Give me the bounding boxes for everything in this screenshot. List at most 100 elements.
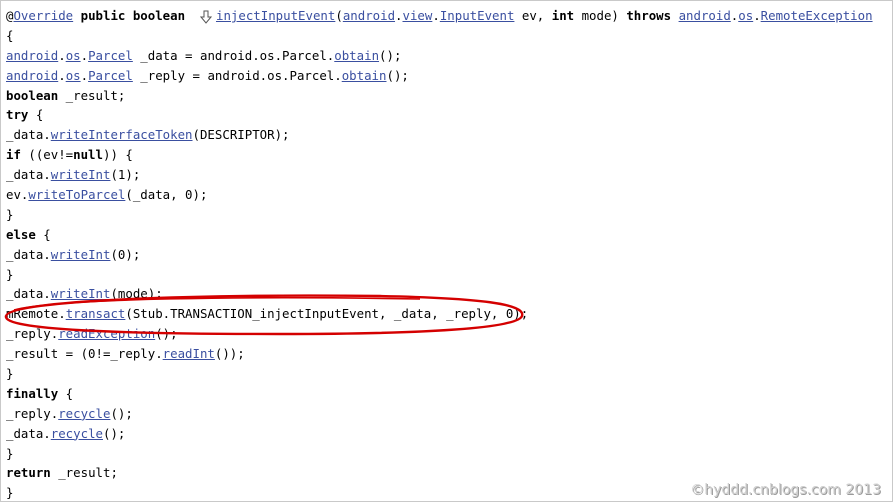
- override-link[interactable]: Override: [13, 8, 73, 23]
- code-text: _result = (0!=_reply.: [6, 346, 163, 362]
- method-link[interactable]: writeInt: [51, 247, 111, 262]
- pkg-link[interactable]: os: [66, 48, 81, 63]
- code-line: _result = (0!=_reply.readInt());: [6, 344, 893, 364]
- code-text: }: [6, 445, 14, 461]
- keyword: else: [6, 226, 36, 242]
- code-line: return _result;: [6, 463, 893, 483]
- code-line: _reply.readException();: [6, 324, 893, 344]
- code-text: _result;: [58, 87, 126, 103]
- watermark: ©hyddd.cnblogs.com 2013: [690, 482, 881, 498]
- pkg-link[interactable]: android: [343, 8, 395, 23]
- code-line: ev.writeToParcel(_data, 0);: [6, 185, 893, 205]
- code-block: @Override public boolean injectInputEven…: [6, 6, 893, 503]
- method-link[interactable]: obtain: [334, 48, 379, 63]
- code-text: {: [58, 385, 74, 401]
- keyword: throws: [626, 8, 672, 23]
- method-link[interactable]: readException: [58, 326, 155, 341]
- code-text: }: [6, 366, 14, 382]
- code-text: ((ev!=: [20, 147, 74, 163]
- code-line: _reply.recycle();: [6, 404, 893, 424]
- keyword: boolean: [6, 87, 59, 103]
- type-link[interactable]: InputEvent: [440, 8, 515, 23]
- pkg-link[interactable]: view: [403, 8, 433, 23]
- code-text: _result;: [50, 465, 118, 481]
- code-line: else {: [6, 225, 893, 245]
- keyword: finally: [6, 385, 59, 401]
- keyword: return: [6, 465, 51, 481]
- code-text: mRemote.: [6, 306, 66, 322]
- code-text: )) {: [102, 147, 133, 163]
- code-text: _data.: [6, 127, 51, 143]
- code-line: android.os.Parcel _reply = android.os.Pa…: [6, 67, 409, 83]
- code-line: _data.writeInt(0);: [6, 245, 893, 265]
- code-line: }: [6, 364, 893, 384]
- method-link[interactable]: recycle: [58, 406, 110, 421]
- code-text: ();: [102, 425, 126, 441]
- type-link[interactable]: RemoteException: [761, 8, 873, 23]
- override-arrow-icon[interactable]: [199, 10, 212, 24]
- code-text: (Stub.TRANSACTION_injectInputEvent, _dat…: [125, 306, 529, 322]
- pkg-link[interactable]: os: [738, 8, 753, 23]
- code-text: (_data, 0);: [125, 187, 208, 203]
- code-text: }: [6, 266, 14, 282]
- code-text: ();: [379, 47, 402, 63]
- code-text: ev.: [6, 187, 29, 203]
- type-link[interactable]: Parcel: [88, 68, 133, 83]
- code-line: {: [6, 26, 893, 46]
- code-line: _data.writeInt(1);: [6, 165, 893, 185]
- method-link[interactable]: writeInt: [51, 167, 111, 182]
- method-link[interactable]: transact: [66, 306, 126, 321]
- code-text: _reply.: [6, 405, 59, 421]
- code-text: }: [6, 485, 14, 501]
- code-line: _data.writeInt(mode);: [6, 284, 893, 304]
- keyword: int: [551, 8, 575, 23]
- code-line: @Override public boolean injectInputEven…: [6, 8, 873, 24]
- keyword: try: [6, 107, 29, 123]
- code-text: _data = android.os.Parcel.: [132, 47, 335, 63]
- code-text: (mode);: [110, 286, 163, 302]
- code-text: _data.: [6, 167, 51, 183]
- method-link[interactable]: readInt: [163, 346, 215, 361]
- code-text: ();: [110, 405, 133, 421]
- method-link[interactable]: recycle: [51, 426, 103, 441]
- param-text: mode): [574, 8, 627, 23]
- keyword: if: [6, 147, 21, 163]
- method-link[interactable]: obtain: [342, 68, 387, 83]
- param-text: ev,: [514, 8, 552, 23]
- method-link[interactable]: injectInputEvent: [216, 8, 335, 23]
- keyword: null: [73, 147, 103, 163]
- code-text: _data.: [6, 246, 51, 262]
- code-line: boolean _result;: [6, 86, 893, 106]
- code-line: android.os.Parcel _data = android.os.Par…: [6, 47, 402, 63]
- code-text: {: [28, 107, 44, 123]
- method-link[interactable]: writeToParcel: [28, 187, 125, 202]
- code-text: {: [35, 226, 51, 242]
- code-line: try {: [6, 105, 893, 125]
- code-text: (1);: [110, 167, 141, 183]
- code-text: _reply.: [6, 326, 59, 342]
- code-text: {: [6, 27, 14, 43]
- code-line: if ((ev!=null)) {: [6, 145, 893, 165]
- code-line: }: [6, 444, 893, 464]
- modifiers: public boolean: [80, 8, 186, 23]
- code-text: ());: [214, 346, 245, 362]
- pkg-link[interactable]: android: [679, 8, 731, 23]
- code-line: }: [6, 205, 893, 225]
- pkg-link[interactable]: os: [66, 68, 81, 83]
- code-text: ();: [155, 326, 178, 342]
- code-line: _data.writeInterfaceToken(DESCRIPTOR);: [6, 125, 893, 145]
- code-text: _data.: [6, 286, 51, 302]
- type-link[interactable]: Parcel: [88, 48, 133, 63]
- code-text: (DESCRIPTOR);: [192, 127, 290, 143]
- code-line-highlighted: mRemote.transact(Stub.TRANSACTION_inject…: [6, 304, 893, 324]
- code-line: finally {: [6, 384, 893, 404]
- method-link[interactable]: writeInt: [51, 286, 111, 301]
- pkg-link[interactable]: android: [6, 48, 58, 63]
- code-text: (0);: [110, 246, 141, 262]
- code-text: }: [6, 206, 14, 222]
- pkg-link[interactable]: android: [6, 68, 58, 83]
- code-text: _reply = android.os.Parcel.: [132, 67, 342, 83]
- paren: (: [335, 8, 343, 23]
- method-link[interactable]: writeInterfaceToken: [51, 127, 193, 142]
- code-text: ();: [386, 67, 409, 83]
